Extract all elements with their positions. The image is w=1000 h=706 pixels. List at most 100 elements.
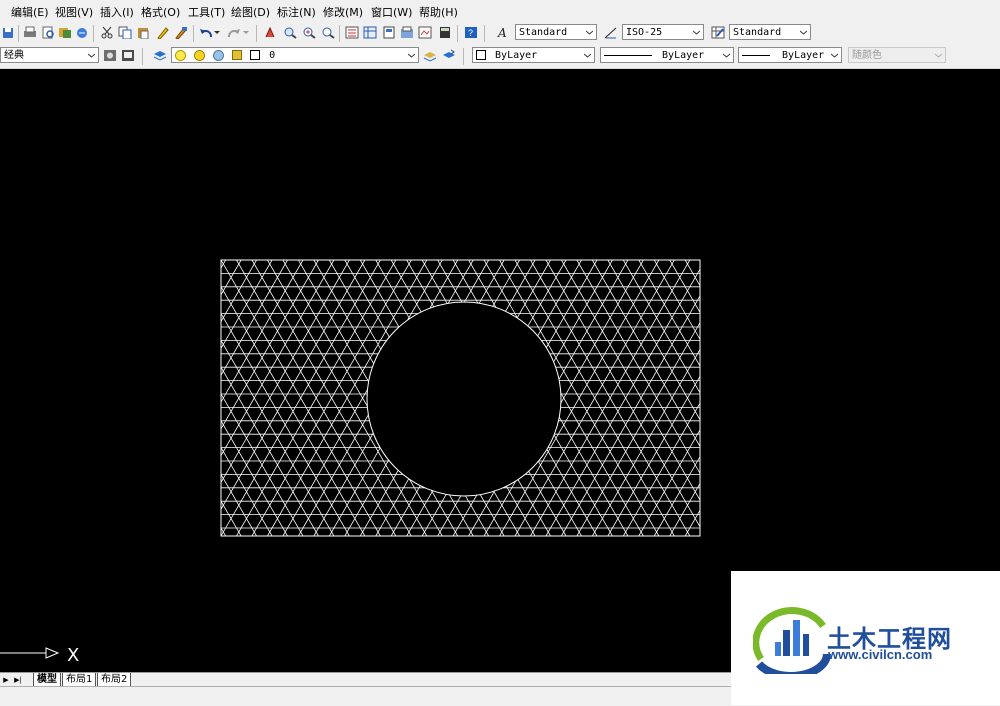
civilcn-logo-icon [753, 607, 831, 674]
menu-bar: 编辑(E) 视图(V) 插入(I) 格式(O) 工具(T) 绘图(D) 标注(N… [0, 0, 1000, 23]
chevron-down-icon [829, 48, 839, 62]
toolbar-separator [339, 25, 340, 42]
match-properties-icon[interactable] [155, 25, 170, 40]
table-style-value: Standard [733, 27, 782, 38]
layers-properties-toolbar: 经典 0 ByLayer ByLayer ByLayer 随颜色 [0, 45, 1000, 69]
table-style-icon[interactable] [710, 25, 725, 40]
lineweight-value: ByLayer [782, 50, 825, 61]
layer-color-swatch [250, 50, 261, 60]
ucs-x-label: X [67, 645, 79, 666]
help-icon[interactable]: ? [463, 25, 478, 40]
undo-dropdown-icon[interactable] [213, 25, 221, 40]
plot-style-value: 随颜色 [852, 50, 882, 61]
dim-style-select[interactable]: ISO-25 [622, 24, 704, 40]
lineweight-select[interactable]: ByLayer [738, 47, 842, 63]
copy-icon[interactable] [117, 25, 132, 40]
color-swatch [476, 50, 486, 60]
save-workspace-icon[interactable] [120, 48, 135, 63]
zoom-previous-icon[interactable] [320, 25, 335, 40]
ucs-icon [0, 647, 60, 659]
toolbar-separator [93, 25, 94, 42]
redo-dropdown-icon[interactable] [242, 25, 250, 40]
zoom-window-icon[interactable] [301, 25, 316, 40]
watermark-url: www.civilcn.com [828, 647, 933, 662]
chevron-down-icon [584, 25, 594, 39]
menu-tools[interactable]: 工具(T) [188, 4, 225, 20]
paste-icon[interactable] [135, 25, 150, 40]
menu-view[interactable]: 视图(V) [55, 4, 93, 20]
lightbulb-icon [175, 49, 186, 61]
svg-text:?: ? [468, 28, 473, 38]
linetype-select[interactable]: ByLayer [600, 47, 734, 63]
menu-draw[interactable]: 绘图(D) [231, 4, 270, 20]
toolbar-separator [18, 25, 19, 42]
toolbar-separator [463, 48, 464, 65]
calculator-icon[interactable] [437, 25, 452, 40]
toolbar-separator [484, 25, 485, 42]
svg-text:A: A [497, 26, 507, 39]
toolbar-separator [142, 48, 143, 65]
lock-icon [232, 50, 243, 60]
circle-boundary[interactable] [366, 301, 562, 497]
print-preview-icon[interactable] [40, 25, 55, 40]
chevron-down-icon [933, 48, 943, 62]
layer-properties-icon[interactable] [152, 48, 167, 63]
chevron-down-icon [582, 48, 592, 62]
workspace-value: 经典 [4, 50, 24, 61]
tab-layout1[interactable]: 布局1 [62, 673, 97, 687]
menu-dimension[interactable]: 标注(N) [277, 4, 316, 20]
dim-style-icon[interactable] [603, 25, 618, 40]
chevron-down-icon [406, 48, 416, 62]
menu-edit[interactable]: 编辑(E) [11, 4, 49, 20]
layer-previous-icon[interactable] [441, 48, 456, 63]
toolbar-separator [193, 25, 194, 42]
layer-select[interactable]: 0 [171, 47, 419, 63]
save-icon[interactable] [0, 25, 15, 40]
undo-icon[interactable] [198, 25, 213, 40]
pan-icon[interactable] [262, 25, 277, 40]
chevron-down-icon [86, 48, 96, 62]
watermark: 土木工程网 www.civilcn.com [731, 571, 1000, 705]
menu-window[interactable]: 窗口(W) [371, 4, 412, 20]
layer-value: 0 [269, 50, 276, 61]
linetype-value: ByLayer [662, 50, 705, 61]
tab-nav-last-icon[interactable]: ▶| [13, 674, 23, 685]
viewport-freeze-icon [213, 49, 225, 61]
design-center-icon[interactable] [362, 25, 377, 40]
markup-set-icon[interactable] [417, 25, 432, 40]
sun-icon [194, 49, 206, 61]
sheet-set-icon[interactable] [399, 25, 414, 40]
menu-help[interactable]: 帮助(H) [419, 4, 458, 20]
workspace-settings-icon[interactable] [102, 48, 117, 63]
tab-layout2[interactable]: 布局2 [97, 673, 132, 687]
block-editor-icon[interactable] [173, 25, 188, 40]
redo-icon[interactable] [226, 25, 241, 40]
color-select[interactable]: ByLayer [472, 47, 595, 63]
properties-icon[interactable] [344, 25, 359, 40]
tab-nav-next-icon[interactable]: ▶ [1, 674, 11, 685]
print-icon[interactable] [22, 25, 37, 40]
plot-icon[interactable] [74, 25, 89, 40]
tool-palettes-icon[interactable] [381, 25, 396, 40]
make-layer-current-icon[interactable] [422, 48, 437, 63]
publish-icon[interactable] [57, 25, 72, 40]
chevron-down-icon [721, 48, 731, 62]
text-style-value: Standard [519, 27, 568, 38]
text-style-select[interactable]: Standard [515, 24, 597, 40]
tab-model[interactable]: 模型 [33, 673, 61, 687]
dim-style-value: ISO-25 [626, 27, 663, 38]
workspace-select[interactable]: 经典 [0, 47, 99, 63]
chevron-down-icon [691, 25, 701, 39]
menu-modify[interactable]: 修改(M) [323, 4, 363, 20]
toolbar-separator [256, 25, 257, 42]
cut-icon[interactable] [99, 25, 114, 40]
lineweight-preview [742, 54, 770, 56]
table-style-select[interactable]: Standard [729, 24, 811, 40]
plot-style-select: 随颜色 [848, 47, 946, 63]
toolbar-separator [457, 25, 458, 42]
text-style-icon[interactable]: A [496, 25, 511, 40]
menu-format[interactable]: 格式(O) [141, 4, 180, 20]
linetype-preview [604, 54, 652, 56]
zoom-realtime-icon[interactable] [282, 25, 297, 40]
menu-insert[interactable]: 插入(I) [100, 4, 134, 20]
